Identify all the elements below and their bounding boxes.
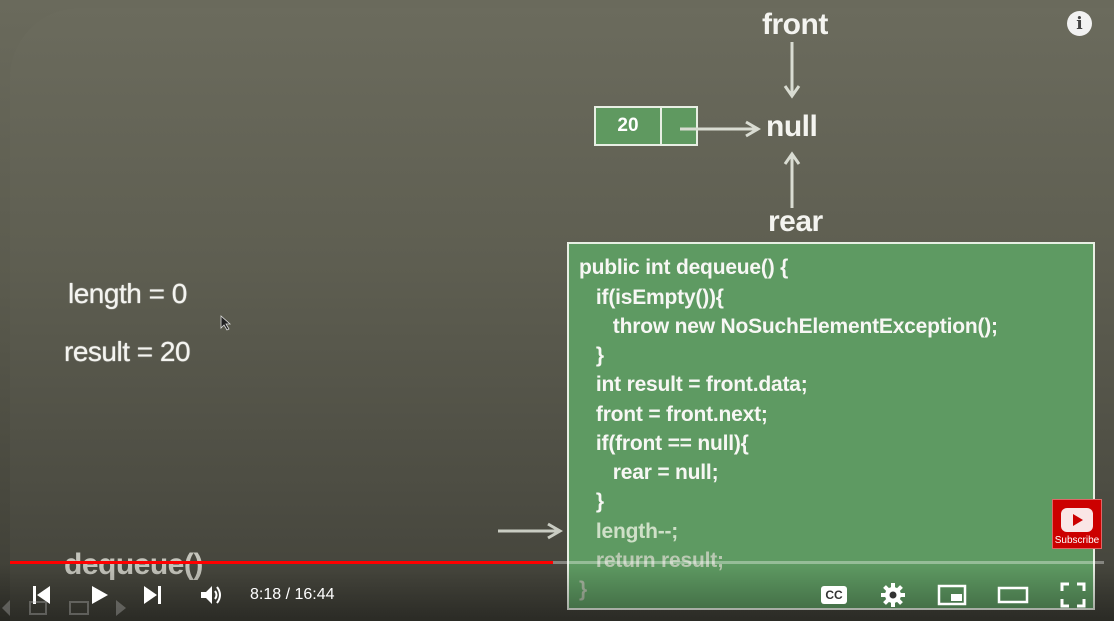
info-icon[interactable]: i bbox=[1067, 11, 1092, 36]
rear-arrow bbox=[783, 151, 801, 208]
code-line: if(isEmpty()){ bbox=[579, 286, 724, 309]
front-label: front bbox=[762, 8, 828, 41]
miniplayer-icon bbox=[937, 584, 967, 606]
next-pointer-arrow bbox=[680, 120, 761, 138]
miniplayer-button[interactable] bbox=[936, 580, 968, 610]
fullscreen-button[interactable] bbox=[1058, 580, 1088, 610]
code-line: rear = null; bbox=[579, 461, 719, 484]
youtube-logo-icon bbox=[1061, 508, 1093, 532]
mouse-cursor-icon bbox=[220, 315, 232, 331]
current-line-arrow bbox=[498, 522, 563, 540]
code-panel: public int dequeue() { if(isEmpty()){ th… bbox=[567, 242, 1095, 610]
code-line: public int dequeue() { bbox=[579, 256, 789, 279]
code-line: } bbox=[579, 344, 604, 367]
captions-button[interactable]: CC bbox=[818, 581, 850, 609]
rear-label: rear bbox=[768, 205, 823, 238]
result-value: result = 20 bbox=[64, 336, 191, 367]
node-data: 20 bbox=[596, 108, 662, 144]
subscribe-button[interactable]: Subscribe bbox=[1052, 499, 1102, 549]
subscribe-label: Subscribe bbox=[1054, 535, 1100, 546]
theater-mode-button[interactable] bbox=[996, 580, 1030, 610]
video-player[interactable]: front 20 null rear length = 0 result = 2… bbox=[0, 0, 1114, 621]
code-line: throw new NoSuchElementException(); bbox=[579, 315, 998, 338]
annotation-toolbar-icon bbox=[2, 600, 126, 616]
code-line: front = front.next; bbox=[579, 403, 768, 426]
captions-icon: CC bbox=[821, 586, 847, 604]
code-line: } bbox=[579, 490, 604, 513]
front-arrow bbox=[783, 42, 801, 99]
length-value: length = 0 bbox=[68, 278, 187, 309]
settings-button[interactable] bbox=[878, 580, 908, 610]
volume-button[interactable] bbox=[196, 580, 228, 610]
time-display: 8:18 / 16:44 bbox=[250, 586, 335, 603]
next-icon bbox=[144, 586, 161, 604]
code-line: int result = front.data; bbox=[579, 373, 808, 396]
next-button[interactable] bbox=[138, 580, 168, 610]
gear-icon bbox=[881, 583, 905, 607]
code-line: if(front == null){ bbox=[579, 432, 749, 455]
volume-icon bbox=[201, 586, 221, 604]
fullscreen-icon bbox=[1060, 582, 1086, 608]
theater-icon bbox=[997, 586, 1029, 604]
null-label: null bbox=[766, 110, 818, 143]
code-line: length--; bbox=[579, 520, 679, 543]
